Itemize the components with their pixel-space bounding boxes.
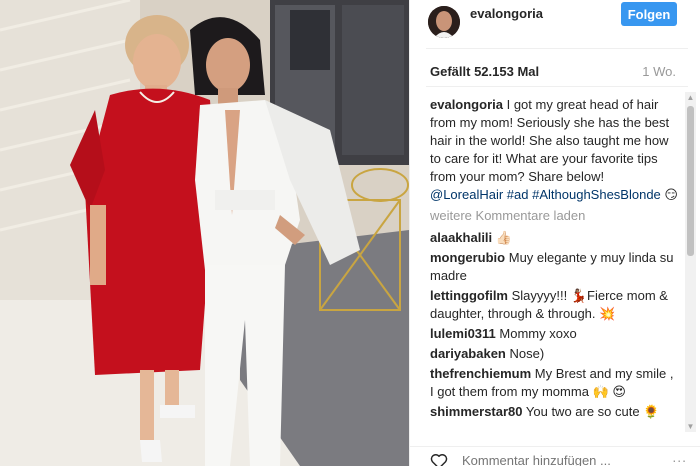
scroll-thumb[interactable]	[687, 106, 694, 256]
hashtag-link[interactable]: #ad	[507, 187, 529, 202]
comments-scrollbar[interactable]: ▲ ▼	[685, 92, 696, 432]
comment-user-link[interactable]: alaakhalili	[430, 230, 492, 245]
username-link[interactable]: evalongoria	[470, 6, 543, 21]
comment-item: lettinggofilm Slayyyy!!! 💃🏽Fierce mom & …	[430, 287, 680, 323]
comment-item: thefrenchiemum My Brest and my smile , I…	[430, 365, 680, 401]
comment-item: mongerubio Muy elegante y muy linda su m…	[430, 249, 680, 285]
comment-user-link[interactable]: dariyabaken	[430, 346, 506, 361]
post-side-panel: evalongoria Folgen Gefällt 52.153 Mal 1 …	[409, 0, 700, 466]
comment-item: dariyabaken Nose)	[430, 345, 680, 363]
post-photo-illustration	[0, 0, 409, 466]
comment-user-link[interactable]: shimmerstar80	[430, 404, 523, 419]
comment-input[interactable]	[462, 453, 642, 466]
follow-button[interactable]: Folgen	[621, 2, 677, 26]
likes-count[interactable]: Gefällt 52.153 Mal	[430, 64, 539, 79]
caption: evalongoria I got my great head of hair …	[430, 96, 680, 204]
comment-text: Nose)	[509, 346, 545, 361]
comments-list: evalongoria I got my great head of hair …	[430, 96, 680, 436]
comment-text: You two are so cute 🌻	[525, 404, 660, 419]
comment-text: 👍🏻	[495, 230, 512, 245]
post-timestamp[interactable]: 1 Wo.	[642, 64, 676, 79]
post-footer: ...	[410, 446, 700, 466]
post-header: evalongoria Folgen	[410, 0, 700, 48]
header-divider	[426, 48, 688, 49]
likes-divider	[426, 86, 688, 87]
scroll-down-arrow-icon[interactable]: ▼	[685, 421, 696, 432]
caption-user-link[interactable]: evalongoria	[430, 97, 503, 112]
load-more-comments-link[interactable]: weitere Kommentare laden	[430, 207, 680, 225]
hashtag-link[interactable]: #AlthoughShesBlonde	[532, 187, 661, 202]
comment-user-link[interactable]: thefrenchiemum	[430, 366, 531, 381]
scroll-up-arrow-icon[interactable]: ▲	[685, 92, 696, 103]
more-options-icon[interactable]: ...	[672, 449, 687, 465]
caption-emoji: 😏	[664, 187, 678, 202]
avatar[interactable]	[428, 6, 460, 38]
comment-item: lulemi0311 Mommy xoxo	[430, 325, 680, 343]
comment-user-link[interactable]: lulemi0311	[430, 326, 496, 341]
mention-link[interactable]: @LorealHair	[430, 187, 503, 202]
comment-user-link[interactable]: mongerubio	[430, 250, 505, 265]
comment-item: alaakhalili 👍🏻	[430, 229, 680, 247]
comment-user-link[interactable]: lettinggofilm	[430, 288, 508, 303]
heart-icon[interactable]	[430, 453, 448, 466]
avatar-image	[428, 6, 460, 38]
comment-item: shimmerstar80 You two are so cute 🌻	[430, 403, 680, 421]
post-photo[interactable]	[0, 0, 409, 466]
comment-text: Mommy xoxo	[499, 326, 577, 341]
